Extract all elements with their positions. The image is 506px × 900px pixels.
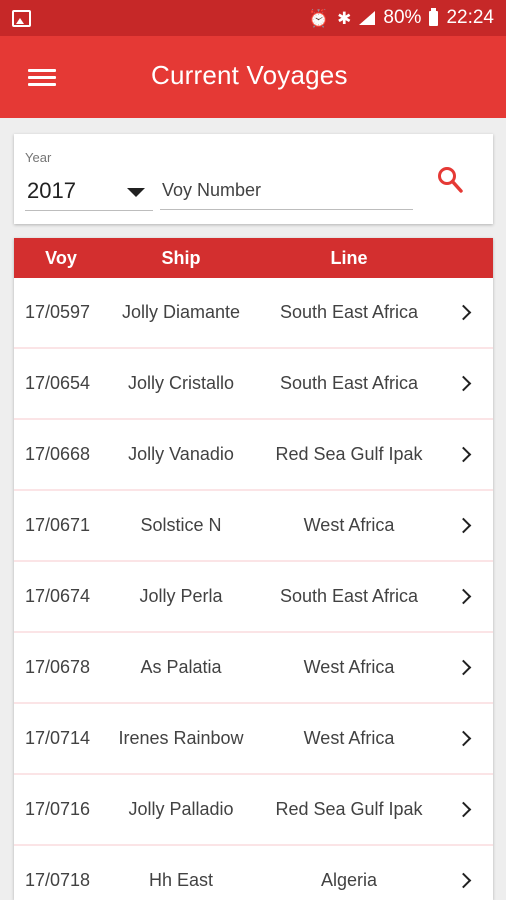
voy-number-input[interactable]: [160, 172, 413, 210]
line-cell: Red Sea Gulf Ipak: [275, 444, 423, 464]
wifi-icon: ✱: [337, 8, 352, 28]
voy-cell: 17/0718: [25, 870, 91, 890]
line-cell: Algeria: [320, 870, 378, 890]
dropdown-arrow-icon: [127, 188, 145, 197]
chevron-right-icon[interactable]: [455, 304, 472, 321]
line-cell: West Africa: [303, 515, 395, 535]
year-select[interactable]: 2017: [25, 172, 153, 211]
voy-cell: 17/0714: [25, 728, 91, 748]
chevron-right-icon[interactable]: [455, 801, 472, 818]
ship-cell: Irenes Rainbow: [118, 728, 244, 748]
table-row[interactable]: 17/0654 Jolly Cristallo South East Afric…: [14, 349, 493, 420]
table-row[interactable]: 17/0668 Jolly Vanadio Red Sea Gulf Ipak: [14, 420, 493, 491]
table-row[interactable]: 17/0671 Solstice N West Africa: [14, 491, 493, 562]
chevron-right-icon[interactable]: [455, 659, 472, 676]
chevron-right-icon[interactable]: [455, 872, 472, 889]
chevron-right-icon[interactable]: [455, 588, 472, 605]
ship-cell: Jolly Perla: [139, 586, 223, 606]
line-cell: South East Africa: [279, 586, 419, 606]
voy-cell: 17/0678: [25, 657, 91, 677]
ship-cell: Jolly Diamante: [121, 302, 241, 322]
signal-icon: [359, 11, 376, 25]
chevron-right-icon[interactable]: [455, 375, 472, 392]
alarm-icon: ⏰: [308, 8, 330, 28]
line-cell: South East Africa: [279, 373, 419, 393]
menu-icon[interactable]: [28, 69, 56, 87]
search-icon[interactable]: [437, 166, 463, 194]
table-row[interactable]: 17/0716 Jolly Palladio Red Sea Gulf Ipak: [14, 775, 493, 846]
voy-cell: 17/0597: [25, 302, 91, 322]
table-row[interactable]: 17/0714 Irenes Rainbow West Africa: [14, 704, 493, 775]
ship-cell: Hh East: [148, 870, 214, 890]
table-row[interactable]: 17/0718 Hh East Algeria: [14, 846, 493, 900]
voy-cell: 17/0654: [25, 373, 91, 393]
header-line: Line: [330, 247, 368, 268]
line-cell: Red Sea Gulf Ipak: [275, 799, 423, 819]
ship-cell: Jolly Palladio: [128, 799, 234, 819]
chevron-right-icon[interactable]: [455, 446, 472, 463]
table-row[interactable]: 17/0597 Jolly Diamante South East Africa: [14, 278, 493, 349]
year-value: 2017: [27, 178, 76, 203]
gallery-icon: [12, 9, 31, 27]
clock: 22:24: [446, 7, 494, 28]
ship-cell: Jolly Vanadio: [128, 444, 234, 464]
app-bar: Current Voyages: [0, 36, 506, 118]
ship-cell: Solstice N: [140, 515, 222, 535]
line-cell: West Africa: [303, 728, 395, 748]
table-row[interactable]: 17/0674 Jolly Perla South East Africa: [14, 562, 493, 633]
ship-cell: As Palatia: [140, 657, 222, 677]
battery-icon: [429, 7, 439, 26]
ship-cell: Jolly Cristallo: [127, 373, 235, 393]
search-card: Year 2017: [14, 134, 493, 224]
voy-cell: 17/0668: [25, 444, 91, 464]
voyages-table: Voy Ship Line 17/0597 Jolly Diamante Sou…: [14, 238, 493, 900]
table-header: Voy Ship Line: [14, 238, 493, 278]
header-ship: Ship: [161, 247, 201, 268]
voy-cell: 17/0674: [25, 586, 91, 606]
table-row[interactable]: 17/0678 As Palatia West Africa: [14, 633, 493, 704]
chevron-right-icon[interactable]: [455, 517, 472, 534]
status-bar: ⏰ ✱ 80% 22:24: [0, 0, 506, 36]
battery-percent: 80%: [383, 7, 422, 28]
voy-cell: 17/0716: [25, 799, 91, 819]
voy-cell: 17/0671: [25, 515, 91, 535]
header-voy: Voy: [45, 247, 77, 268]
page-title: Current Voyages: [151, 60, 348, 90]
line-cell: West Africa: [303, 657, 395, 677]
chevron-right-icon[interactable]: [455, 730, 472, 747]
year-label: Year: [25, 150, 52, 165]
line-cell: South East Africa: [279, 302, 419, 322]
